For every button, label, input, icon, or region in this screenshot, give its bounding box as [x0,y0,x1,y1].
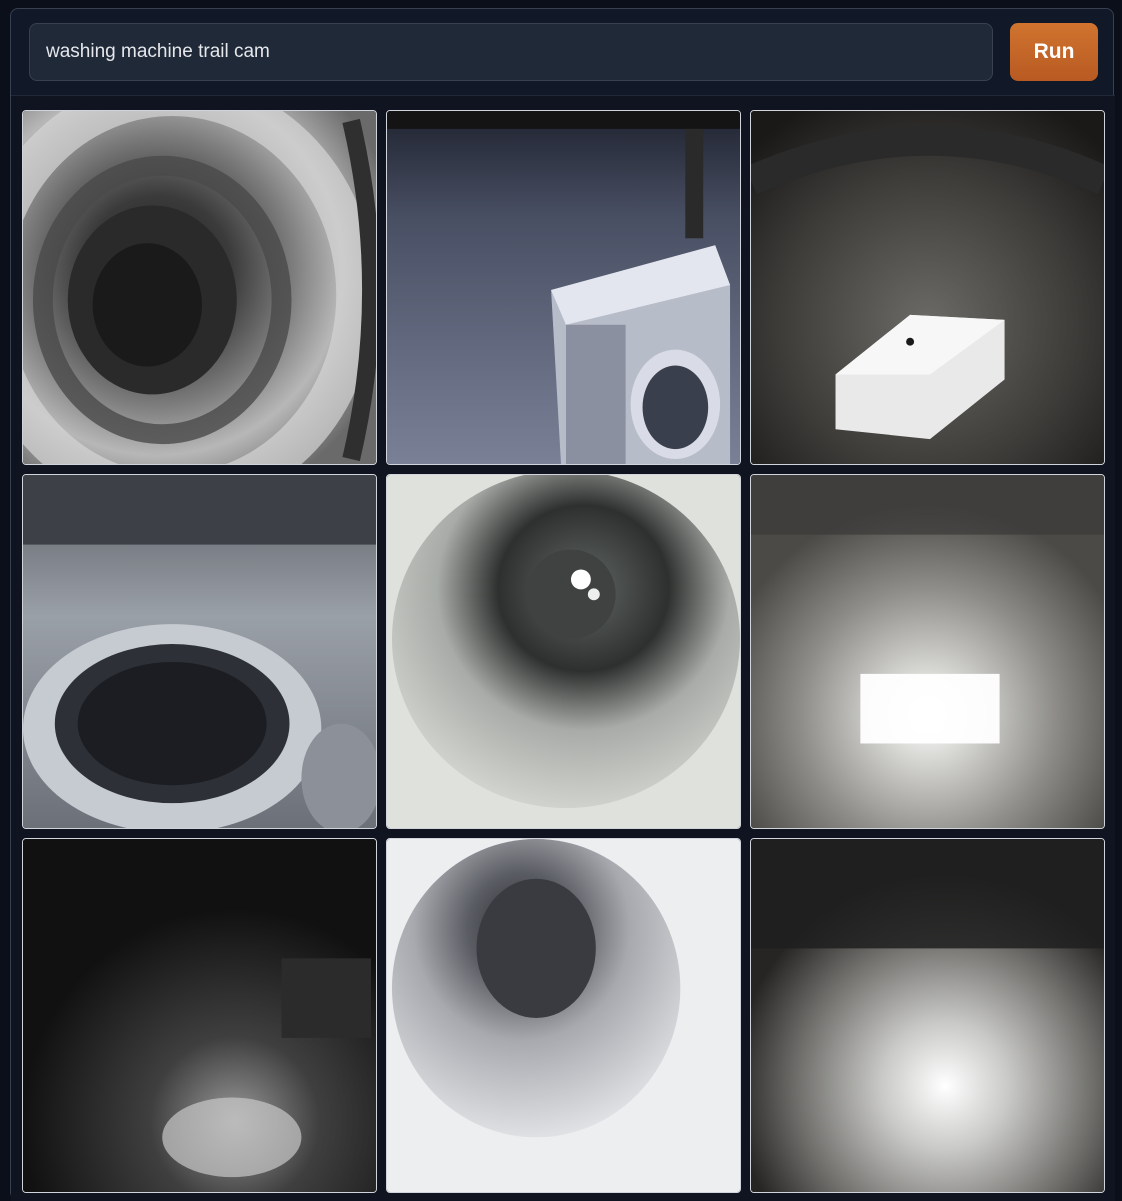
prompt-text: washing machine trail cam [46,41,270,62]
gallery-image-5[interactable] [386,474,741,829]
gallery-image-7[interactable] [22,838,377,1193]
prompt-input[interactable]: washing machine trail cam [29,23,993,81]
image-gallery [11,95,1115,1201]
app-window: washing machine trail cam Run [10,8,1115,1201]
gallery-image-1[interactable] [22,110,377,465]
run-button[interactable]: Run [1010,23,1098,81]
prompt-row: washing machine trail cam Run [29,23,1099,85]
gallery-image-3[interactable] [750,110,1105,465]
gallery-image-4[interactable] [22,474,377,829]
gallery-image-8[interactable] [386,838,741,1193]
gallery-image-6[interactable] [750,474,1105,829]
gallery-image-2[interactable] [386,110,741,465]
gallery-image-9[interactable] [750,838,1105,1193]
